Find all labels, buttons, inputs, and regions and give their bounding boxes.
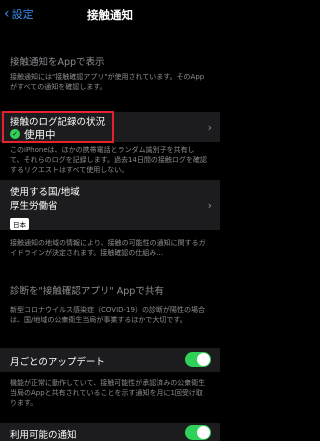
chevron-right-icon: › xyxy=(207,121,212,134)
section-header-share: 診断を"接触確認アプリ" Appで共有 xyxy=(10,286,164,297)
section-header-app: 接触通知をAppで表示 xyxy=(10,57,105,68)
monthly-update-toggle[interactable] xyxy=(185,352,211,367)
app-footnote: 接触通知には"接触確認アプリ"が使用されています。そのAppがすべての通知を確認… xyxy=(10,73,205,91)
region-title: 使用する国/地域 xyxy=(10,187,80,198)
navigation-bar: ‹ 設定 接触通知 xyxy=(0,0,220,28)
region-value: 厚生労働省 xyxy=(10,201,58,212)
log-description: このiPhoneは、ほかの携帯電話とランダム識別子を共有して、それらのログを記録… xyxy=(10,146,207,174)
share-footnote: 新型コロナウイルス感染症（COVID-19）の診断が陽性の場合は、国/地域の公衆… xyxy=(10,306,205,324)
highlight-box xyxy=(2,111,114,143)
monthly-footnote: 機能が正常に動作していて、接触可能性が承認済みの公衆衛生当局のAppと共有されて… xyxy=(10,379,206,407)
page-title: 接触通知 xyxy=(87,8,133,22)
region-cell[interactable]: 使用する国/地域 厚生労働省 日本 › xyxy=(0,180,220,230)
monthly-update-title: 月ごとのアップデート xyxy=(10,357,105,368)
region-footnote: 接触通知の地域の情報により、接触の可能性の通知に関するガイドラインが決定されます… xyxy=(10,239,206,257)
monthly-update-cell: 月ごとのアップデート xyxy=(0,348,220,372)
availability-cell: 利用可能の通知 xyxy=(0,423,220,441)
availability-title: 利用可能の通知 xyxy=(10,430,77,441)
chevron-right-icon: › xyxy=(207,199,212,212)
region-chip: 日本 xyxy=(10,218,29,230)
availability-toggle[interactable] xyxy=(185,425,211,440)
